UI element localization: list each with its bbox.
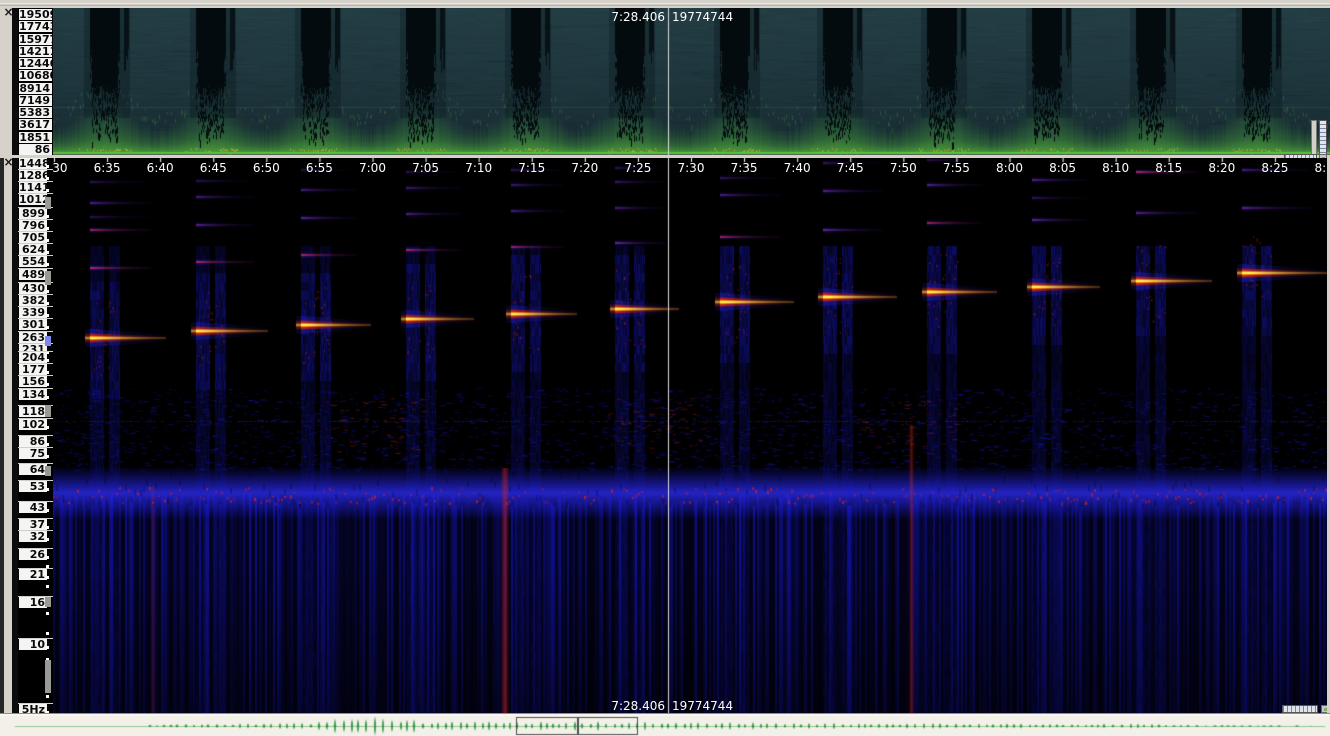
freq-tick (46, 646, 49, 649)
freq-label: 26 (19, 549, 47, 560)
freq-label: 86 (19, 436, 47, 447)
layer-mark (45, 271, 51, 285)
freq-label: 15977 (19, 34, 52, 45)
top-spectrogram-pane: × 19509177431597714211124461068089147149… (0, 8, 1330, 155)
layer-mark-blue (45, 336, 51, 346)
freq-tick (46, 509, 49, 512)
freq-tick (46, 426, 49, 429)
freq-label: 1448 (19, 158, 47, 169)
freq-tick (46, 526, 49, 529)
freq-tick (46, 695, 49, 698)
freq-label: 64 (19, 464, 47, 475)
freq-tick (46, 290, 49, 293)
freq-tick (46, 556, 49, 559)
freq-tick (46, 326, 49, 329)
layer-mark (45, 405, 51, 417)
freq-label: 204 (19, 352, 47, 363)
freq-label: 177 (19, 364, 47, 375)
freq-label: 134 (19, 389, 47, 400)
freq-label: 53 (19, 481, 47, 492)
top-spectrogram-canvas[interactable] (53, 8, 1330, 155)
window-top-groove (0, 3, 1330, 6)
freq-tick (46, 612, 49, 615)
bottom-pane-left-strip (0, 158, 4, 713)
freq-tick (46, 302, 49, 305)
freq-label: 75 (19, 448, 47, 459)
freq-tick (46, 538, 49, 541)
freq-tick (46, 488, 49, 491)
freq-tick (46, 565, 49, 568)
freq-label: 37 (19, 519, 47, 530)
freq-label: 10 (19, 639, 47, 650)
freq-label: 430 (19, 283, 47, 294)
freq-label: 156 (19, 376, 47, 387)
freq-label: 7149 (19, 95, 52, 106)
freq-label: 3617 (19, 119, 52, 130)
layer-mark (45, 660, 51, 693)
freq-label: 624 (19, 244, 47, 255)
freq-label: 1141 (19, 182, 47, 193)
freq-tick (46, 585, 49, 588)
freq-label: 301 (19, 319, 47, 330)
bottom-spectrogram-pane: × 14481286114110128997967056245544894303… (0, 158, 1330, 713)
freq-label: 339 (19, 307, 47, 318)
freq-tick (46, 576, 49, 579)
freq-tick (46, 263, 49, 266)
freq-label: 8914 (19, 83, 52, 94)
freq-tick (46, 455, 49, 458)
freq-label: 43 (19, 502, 47, 513)
freq-label: 554 (19, 256, 47, 267)
freq-label: 5383 (19, 107, 52, 118)
freq-label: 19509 (19, 9, 52, 20)
freq-label: 382 (19, 295, 47, 306)
vertical-zoom-wheel[interactable] (1319, 120, 1327, 158)
freq-label: 21 (19, 569, 47, 580)
app-window: × 19509177431597714211124461068089147149… (0, 0, 1330, 736)
freq-label: 705 (19, 232, 47, 243)
waveform-overview-strip[interactable] (0, 716, 1330, 736)
freq-label: 1851 (19, 132, 52, 143)
freq-tick (46, 632, 49, 635)
freq-label: 12446 (19, 58, 52, 69)
freq-label: 17743 (19, 21, 52, 32)
freq-tick (46, 251, 49, 254)
freq-tick (46, 227, 49, 230)
freq-tick (46, 443, 49, 446)
freq-label: 32 (19, 531, 47, 542)
freq-tick (46, 177, 49, 180)
bottom-horizontal-zoom-wheel[interactable] (1282, 705, 1318, 713)
freq-label: 10680 (19, 70, 52, 81)
layer-mark (45, 597, 51, 607)
freq-label: 489 (19, 269, 47, 280)
freq-tick (46, 371, 49, 374)
bottom-spectrogram-canvas[interactable] (53, 158, 1327, 713)
freq-label: 1286 (19, 170, 47, 181)
freq-tick (46, 383, 49, 386)
freq-tick (46, 165, 49, 168)
freq-label: 263 (19, 332, 47, 343)
freq-label: 86 (19, 144, 52, 155)
freq-tick (46, 239, 49, 242)
freq-label: 102 (19, 419, 47, 430)
freq-label: 796 (19, 220, 47, 231)
freq-label: 1012 (19, 194, 47, 205)
freq-tick (46, 359, 49, 362)
bottom-frequency-scale[interactable]: 1448128611411012 899796705624554 489 430382… (18, 158, 53, 713)
layer-mark (45, 466, 51, 476)
layer-mark (45, 197, 51, 209)
freq-tick (46, 396, 49, 399)
freq-label: 5Hz (19, 704, 47, 713)
freq-label: 16 (19, 597, 47, 608)
top-frequency-scale[interactable]: 1950917743 15977142111244610680 8914714953… (18, 8, 53, 155)
freq-label: 14211 (19, 46, 52, 57)
freq-tick (46, 189, 49, 192)
freq-tick (46, 215, 49, 218)
freq-label: 899 (19, 208, 47, 219)
freq-label: 118 (19, 406, 47, 417)
freq-tick (46, 314, 49, 317)
